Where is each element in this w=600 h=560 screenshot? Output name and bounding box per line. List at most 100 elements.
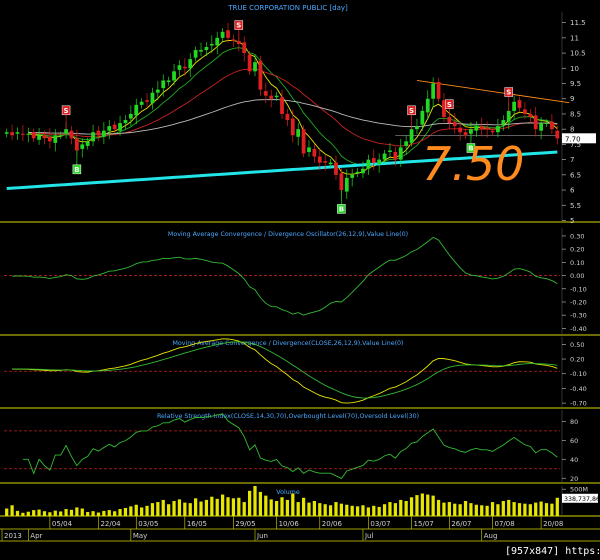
volume-bar (75, 507, 79, 516)
volume-bar (517, 503, 522, 516)
candle-body (139, 101, 144, 105)
panel-tick-label: 80 (570, 418, 578, 426)
candle-body (47, 136, 52, 142)
volume-bar (156, 502, 160, 516)
candle-body (490, 130, 495, 133)
date-label: 20/08 (543, 520, 563, 528)
panel-tick-label: -0.20 (570, 298, 587, 306)
candle-body (301, 129, 306, 154)
volume-bar (53, 510, 57, 516)
price-tick-label: 11.5 (570, 19, 586, 27)
candle-body (242, 42, 247, 54)
date-label: 16/05 (187, 520, 207, 528)
volume-bar (485, 505, 489, 516)
volume-bar (334, 502, 338, 516)
volume-bar (113, 511, 117, 516)
volume-bar (404, 501, 408, 516)
volume-bar (167, 504, 171, 516)
date-label: 05/04 (52, 520, 73, 528)
volume-bar (490, 502, 495, 516)
image-source-link[interactable]: https://upic.me/ (565, 546, 600, 557)
volume-bar (161, 499, 165, 516)
volume-bar (237, 497, 241, 516)
volume-bar (274, 501, 279, 516)
candle-body (258, 60, 263, 90)
panel-tick-label: 0.30 (570, 232, 584, 240)
volume-bar (539, 501, 543, 516)
candle-body (382, 153, 387, 160)
volume-bar (318, 503, 322, 516)
volume-bar (436, 499, 441, 516)
volume-bar (183, 502, 187, 516)
candle-body (361, 168, 365, 174)
volume-bar (328, 505, 333, 516)
candle-body (452, 121, 457, 127)
candle-body (42, 135, 47, 139)
month-label: Jul (364, 532, 374, 540)
candle-body (307, 147, 311, 152)
volume-bar (339, 503, 343, 516)
volume-bar (145, 505, 149, 516)
volume-bar (32, 510, 36, 516)
volume-bar (372, 505, 376, 516)
volume-bar (221, 494, 225, 516)
panel-title: Moving Average Convergence / Divergence … (168, 231, 408, 238)
volume-bar (393, 503, 397, 516)
candle-body (317, 156, 322, 163)
volume-bar (301, 497, 306, 516)
candle-body (366, 159, 371, 169)
last-volume-label: 338,737,86 (564, 496, 600, 503)
candle-body (274, 95, 279, 98)
image-footer: [957x847] https://upic.me/ (505, 543, 600, 560)
volume-bar (496, 504, 500, 516)
volume-bar (258, 491, 263, 516)
volume-bar (442, 502, 446, 516)
volume-bar (247, 490, 252, 516)
candle-body (226, 30, 230, 38)
volume-bar (177, 499, 182, 516)
candle-body (172, 71, 176, 81)
volume-bar (204, 499, 209, 516)
volume-bar (323, 504, 327, 516)
candle-body (96, 130, 101, 136)
volume-bar (361, 505, 365, 516)
panel-tick-label: 0.20 (570, 356, 584, 364)
date-label: 03/07 (370, 520, 390, 528)
candle-body (328, 162, 333, 165)
candle-body (231, 39, 236, 41)
candle-body (523, 109, 527, 114)
signal-label: S (447, 101, 452, 109)
candle-body (344, 177, 349, 192)
candle-body (161, 80, 166, 89)
price-tick-label: 7 (570, 156, 574, 164)
candle-body (182, 66, 187, 69)
volume-bar (507, 499, 511, 516)
panel-tick-label: 40 (570, 456, 578, 464)
candle-body (263, 91, 268, 96)
panel-tick-label: -0.40 (570, 325, 587, 333)
volume-bar (5, 508, 9, 516)
candle-body (220, 31, 225, 38)
volume-bar (512, 502, 516, 516)
volume-bar (226, 497, 230, 516)
volume-bar (431, 495, 435, 516)
candle-body (91, 132, 95, 142)
volume-bar (350, 505, 354, 516)
volume-bar (355, 506, 360, 516)
candle-body (128, 113, 133, 119)
candle-body (280, 97, 284, 114)
candle-body (544, 123, 549, 125)
candle-body (323, 161, 328, 163)
candle-body (355, 171, 360, 174)
volume-bar (118, 509, 122, 516)
volume-bar (199, 501, 203, 516)
signal-label: S (64, 107, 69, 115)
candle-body (398, 147, 403, 160)
date-label: 07/08 (495, 520, 515, 528)
price-tick-label: 9 (570, 95, 574, 103)
candle-body (334, 162, 338, 175)
volume-bar (215, 498, 219, 516)
volume-bar (59, 511, 63, 516)
volume-bar (463, 501, 468, 516)
price-tick-label: 8.5 (570, 110, 581, 118)
